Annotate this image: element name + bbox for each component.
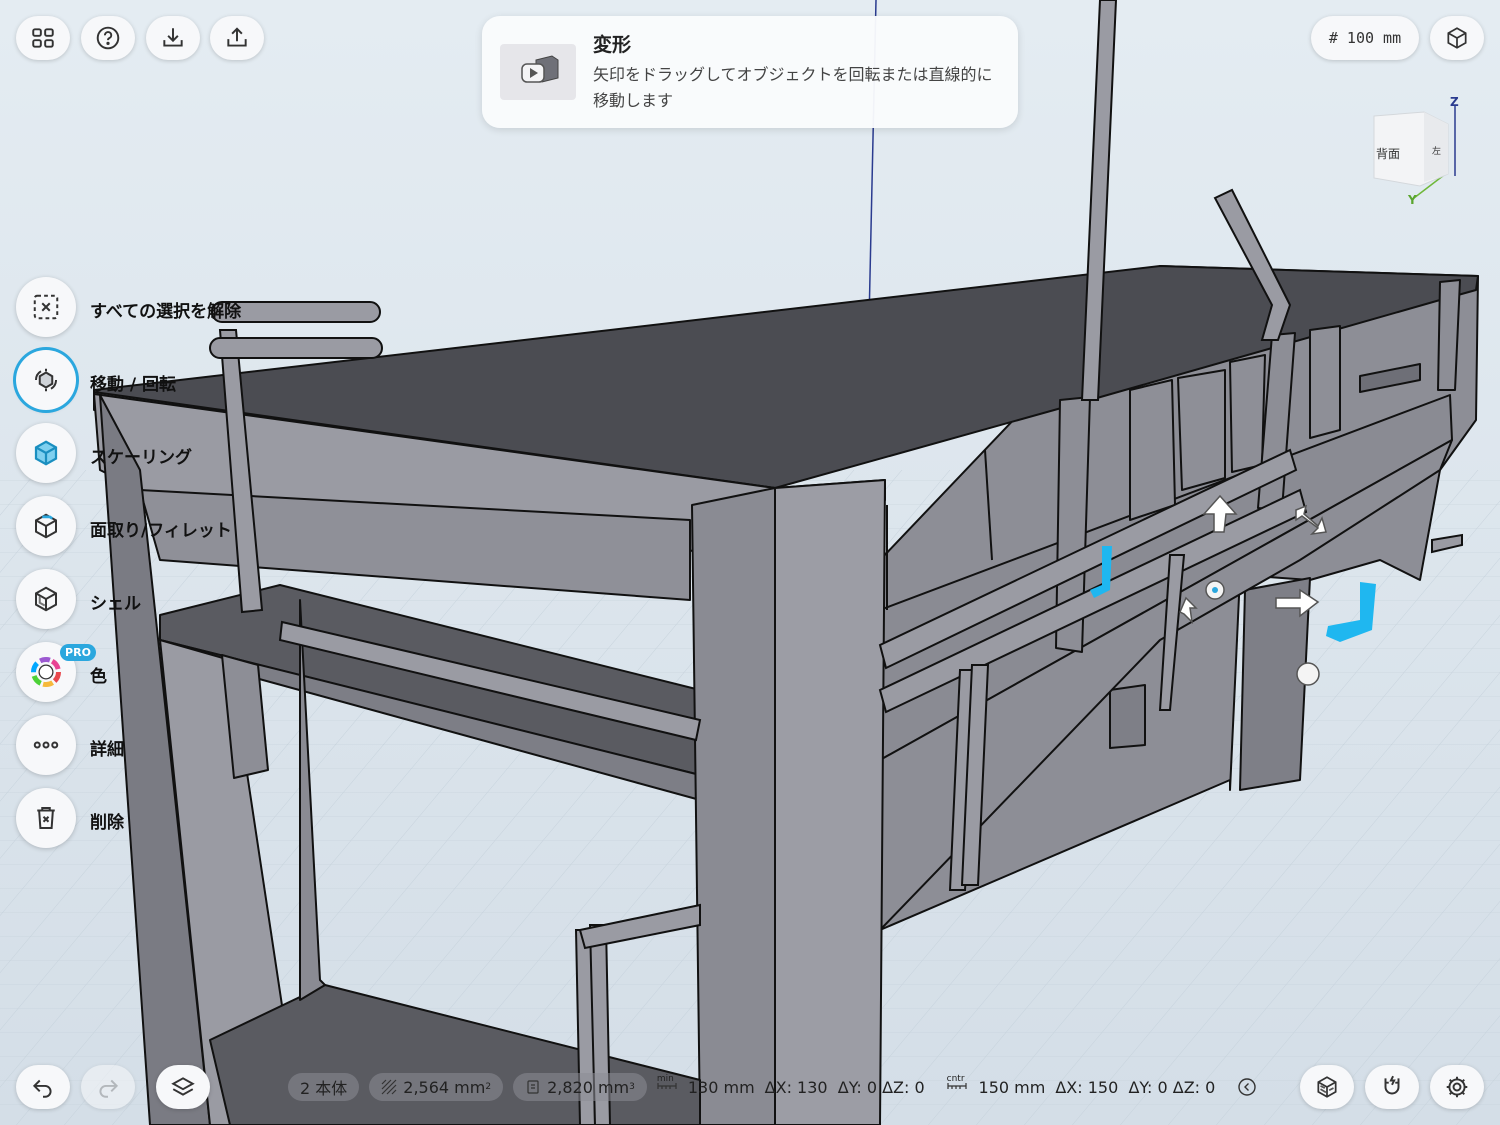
area-value: 2,564 mm xyxy=(403,1077,486,1097)
chamfer-icon xyxy=(35,513,57,539)
grid-size-button[interactable]: # 100 mm xyxy=(1311,16,1419,60)
area-pill: 2,564 mm 2 xyxy=(369,1073,504,1101)
more-dots-icon xyxy=(33,741,59,749)
3d-viewport[interactable] xyxy=(0,0,1500,1125)
gear-icon xyxy=(1446,1076,1468,1098)
shell-label: シェル xyxy=(90,594,141,614)
volume-box-icon xyxy=(527,1080,539,1094)
chamfer-fillet-label: 面取り/フィレット xyxy=(90,521,232,541)
layers-button[interactable] xyxy=(156,1065,210,1109)
viewcube-face-back[interactable]: 背面 xyxy=(1376,147,1400,161)
collapse-chevron-icon[interactable] xyxy=(1237,1077,1257,1097)
volume-pill: 2,820 mm 3 xyxy=(513,1073,647,1101)
shell-button[interactable] xyxy=(16,569,76,629)
min-value: 130 mm xyxy=(687,1077,755,1097)
share-upload-icon xyxy=(227,27,247,47)
center-distance-stat: cntr 150 mm ΔX: 150 ΔY: 0 ΔZ: 0 xyxy=(947,1074,1216,1097)
viewcube-axis-y: Y xyxy=(1407,193,1417,206)
more-button[interactable] xyxy=(16,715,76,775)
viewcube-axis-z: Z xyxy=(1450,95,1459,109)
viewcube-face-left[interactable]: 左 xyxy=(1432,145,1441,157)
isometric-cube-icon xyxy=(1447,27,1467,49)
view-cube[interactable]: 背面 左 Z Y xyxy=(1362,94,1472,206)
move-rotate-icon xyxy=(34,368,58,392)
volume-value: 2,820 mm xyxy=(547,1077,630,1097)
section-view-button[interactable] xyxy=(1300,1065,1354,1109)
delete-label: 削除 xyxy=(90,813,124,833)
tip-card: 変形 矢印をドラッグしてオブジェクトを回転または直線的に移動します xyxy=(482,16,1018,128)
deselect-all-button[interactable] xyxy=(16,277,76,337)
tip-video-thumbnail[interactable] xyxy=(500,44,576,100)
status-bar: 2 本体 2,564 mm 2 2,820 mm 3 min 130 mm ΔX: … xyxy=(288,1068,1257,1106)
trash-icon xyxy=(37,807,55,829)
min-distance-stat: min 130 mm ΔX: 130 ΔY: 0 ΔZ: 0 xyxy=(657,1074,925,1097)
volume-unit-exponent: 3 xyxy=(629,1082,635,1092)
shell-icon xyxy=(35,586,57,612)
settings-button[interactable] xyxy=(1430,1065,1484,1109)
import-button[interactable] xyxy=(146,16,200,60)
area-hatch-icon xyxy=(381,1079,397,1095)
undo-icon xyxy=(32,1079,52,1098)
color-wheel-icon xyxy=(31,657,61,687)
snap-button[interactable] xyxy=(1365,1065,1419,1109)
delete-button[interactable] xyxy=(16,788,76,848)
cntr-value: 150 mm xyxy=(978,1077,1046,1097)
magnet-icon xyxy=(1384,1075,1400,1095)
cntr-deltas: ΔX: 150 ΔY: 0 ΔZ: 0 xyxy=(1055,1077,1216,1097)
cntr-label: cntr xyxy=(946,1074,965,1084)
help-button[interactable] xyxy=(81,16,135,60)
move-rotate-label: 移動 / 回転 xyxy=(90,375,177,395)
grid-menu-button[interactable] xyxy=(16,16,70,60)
scaling-label: スケーリング xyxy=(90,448,192,468)
grid-menu-icon xyxy=(32,28,54,48)
redo-icon xyxy=(99,1079,119,1098)
view-mode-button[interactable] xyxy=(1430,16,1484,60)
download-tray-icon xyxy=(163,28,183,47)
redo-button[interactable] xyxy=(81,1065,135,1109)
pro-badge: PRO xyxy=(60,644,96,661)
min-deltas: ΔX: 130 ΔY: 0 ΔZ: 0 xyxy=(764,1077,925,1097)
deselect-icon xyxy=(33,294,59,320)
area-unit-exponent: 2 xyxy=(485,1082,492,1092)
export-button[interactable] xyxy=(210,16,264,60)
bodies-count-pill: 2 本体 xyxy=(288,1073,360,1101)
min-label: min xyxy=(656,1074,674,1084)
layers-icon xyxy=(171,1077,195,1096)
undo-button[interactable] xyxy=(16,1065,70,1109)
scale-cube-icon xyxy=(34,440,58,466)
bodies-count: 2 本体 xyxy=(300,1079,348,1098)
chamfer-fillet-button[interactable] xyxy=(16,496,76,556)
more-label: 詳細 xyxy=(90,740,124,760)
section-cube-icon xyxy=(1317,1076,1337,1098)
color-label: 色 xyxy=(90,667,107,687)
tip-description: 矢印をドラッグしてオブジェクトを回転または直線的に移動します xyxy=(593,65,993,110)
deselect-all-label: すべての選択を解除 xyxy=(90,302,242,322)
move-rotate-button[interactable] xyxy=(16,350,76,410)
help-icon xyxy=(96,26,120,50)
tip-title: 変形 xyxy=(593,34,632,56)
video-play-icon xyxy=(521,55,559,83)
scaling-button[interactable] xyxy=(16,423,76,483)
